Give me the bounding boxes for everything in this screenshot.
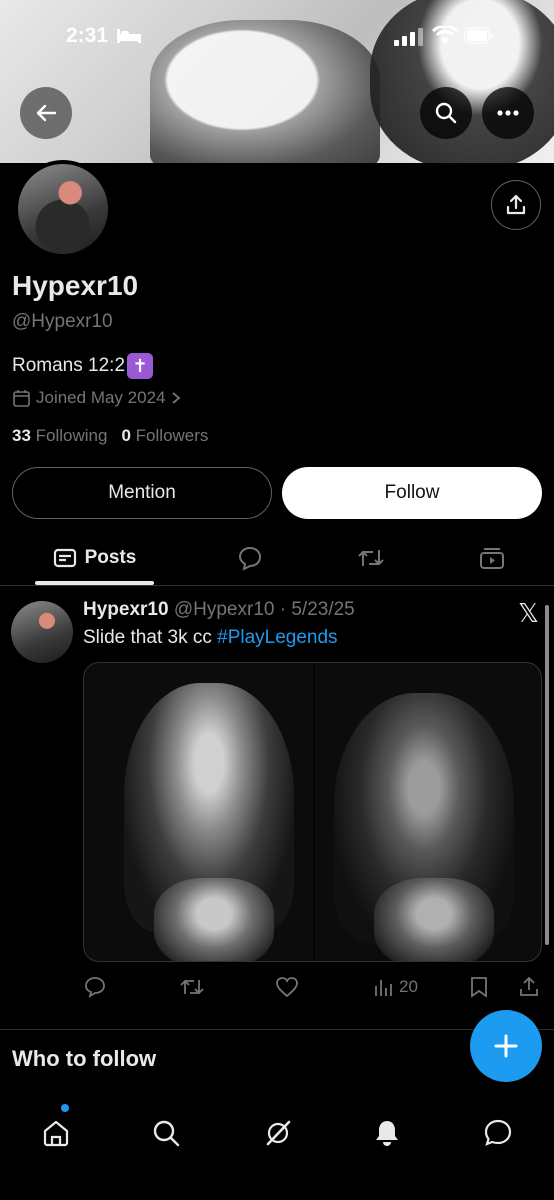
following-count: 33 <box>12 426 31 445</box>
post-image[interactable] <box>83 662 542 962</box>
post[interactable]: Hypexr10 @Hypexr10 · 5/23/25 𝕏 Slide tha… <box>0 587 554 1030</box>
post-hashtag[interactable]: #PlayLegends <box>217 627 337 648</box>
battery-icon <box>464 27 494 50</box>
home-icon <box>43 1120 69 1147</box>
search-icon <box>435 102 457 124</box>
share-post-button[interactable] <box>518 972 540 1002</box>
like-button[interactable] <box>275 972 299 1002</box>
post-actions: 20 <box>0 972 554 1002</box>
joined-text: Joined May 2024 <box>36 388 166 407</box>
wifi-icon <box>431 24 459 51</box>
profile-name: Hypexr10 <box>12 270 139 301</box>
views-chart-icon <box>375 980 392 996</box>
repost-button[interactable] <box>179 972 205 1002</box>
nav-grok[interactable] <box>253 1108 303 1158</box>
share-profile-button[interactable] <box>491 180 541 230</box>
cellular-signal-icon <box>394 28 424 51</box>
followers-label: Followers <box>135 426 209 445</box>
bookmark-icon <box>471 977 487 998</box>
sleep-mode-icon <box>116 28 142 49</box>
followers-count: 0 <box>121 426 131 445</box>
back-button[interactable] <box>20 87 72 139</box>
reply-button[interactable] <box>84 972 106 1002</box>
nav-home[interactable] <box>31 1108 81 1158</box>
bottom-navigation <box>0 1094 554 1200</box>
more-options-button[interactable] <box>482 87 534 139</box>
tab-replies[interactable] <box>220 530 280 586</box>
image-left-hands <box>154 878 274 961</box>
more-horizontal-icon <box>497 110 519 116</box>
search-icon <box>153 1120 180 1147</box>
heart-icon <box>276 977 298 998</box>
nav-messages[interactable] <box>473 1108 523 1158</box>
following-label: Following <box>35 426 108 445</box>
profile-handle: @Hypexr10 <box>12 311 113 332</box>
post-author-avatar[interactable] <box>11 601 73 663</box>
post-date[interactable]: 5/23/25 <box>291 599 354 620</box>
follow-stats: 33 Following 0 Followers <box>12 426 208 446</box>
nav-notifications[interactable] <box>362 1108 412 1158</box>
status-bar: 2:31 <box>0 22 554 52</box>
nav-search[interactable] <box>141 1108 191 1158</box>
grok-icon <box>266 1120 291 1146</box>
tab-media[interactable] <box>462 530 522 586</box>
image-divider <box>313 663 315 961</box>
post-author-handle[interactable]: @Hypexr10 <box>174 599 275 620</box>
bell-icon <box>376 1121 398 1146</box>
follow-button[interactable]: Follow <box>282 467 542 519</box>
reply-icon <box>85 977 105 998</box>
profile-avatar[interactable] <box>14 160 112 258</box>
following-link[interactable]: 33 Following <box>12 426 107 445</box>
post-text: Slide that 3k cc #PlayLegends <box>83 627 338 649</box>
arrow-left-icon <box>36 104 57 122</box>
post-body-text: Slide that 3k cc <box>83 627 218 648</box>
status-time: 2:31 <box>66 24 109 47</box>
video-icon <box>480 548 504 569</box>
profile-bio: Romans 12:2 ✝ <box>12 353 154 379</box>
posts-icon <box>53 548 76 568</box>
plus-icon <box>494 1034 518 1058</box>
share-icon <box>506 194 526 215</box>
scrollbar[interactable] <box>545 605 549 945</box>
tab-reposts[interactable] <box>341 530 401 586</box>
bio-text: Romans 12:2 <box>12 355 126 376</box>
mention-button[interactable]: Mention <box>12 467 272 519</box>
followers-link[interactable]: 0 Followers <box>121 426 208 445</box>
tab-posts[interactable]: Posts <box>35 530 154 586</box>
message-bubble-icon <box>484 1119 512 1146</box>
search-button[interactable] <box>420 87 472 139</box>
profile-tabs: Posts <box>0 530 554 586</box>
views-count: 20 <box>399 977 418 996</box>
repost-icon <box>180 979 204 995</box>
tab-posts-label: Posts <box>84 547 137 568</box>
post-author-name[interactable]: Hypexr10 <box>83 599 169 620</box>
views-button[interactable]: 20 <box>373 972 418 1002</box>
compose-post-button[interactable] <box>470 1010 542 1082</box>
x-logo-icon: 𝕏 <box>518 599 539 629</box>
latin-cross-emoji: ✝ <box>127 353 154 379</box>
joined-date[interactable]: Joined May 2024 <box>12 388 182 408</box>
share-icon <box>520 976 538 996</box>
reply-bubble-icon <box>238 546 262 571</box>
calendar-icon <box>13 389 30 407</box>
repost-icon <box>358 550 384 566</box>
post-header: Hypexr10 @Hypexr10 · 5/23/25 <box>83 599 355 621</box>
image-right-hands <box>374 878 494 961</box>
bookmark-button[interactable] <box>469 972 489 1002</box>
post-separator: · <box>279 599 287 620</box>
who-to-follow-heading: Who to follow <box>12 1046 157 1071</box>
notification-dot <box>61 1104 69 1112</box>
chevron-right-icon <box>172 392 181 404</box>
